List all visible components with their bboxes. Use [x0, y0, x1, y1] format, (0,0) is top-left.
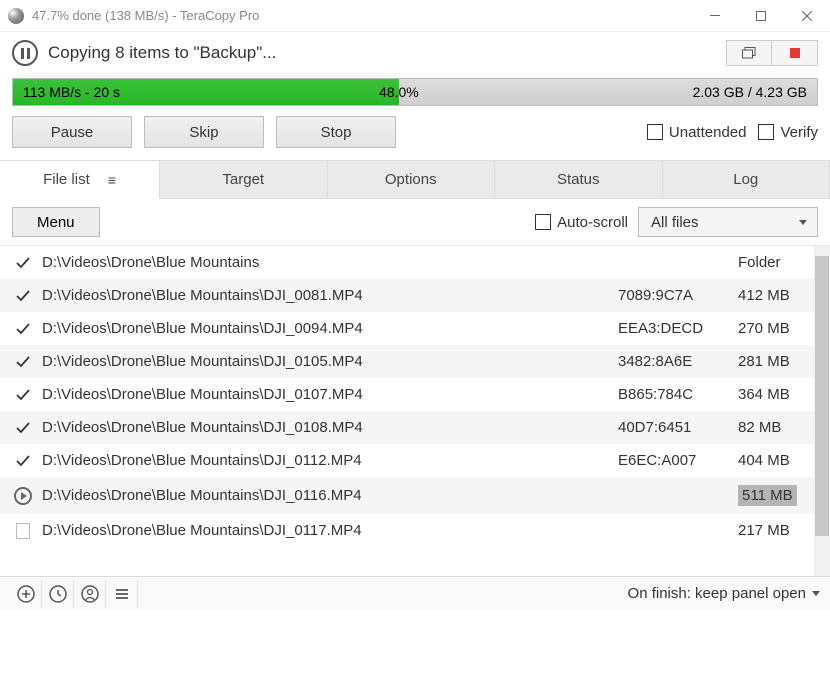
tab-options[interactable]: Options [328, 161, 496, 198]
minimize-button[interactable] [692, 0, 738, 32]
file-list-toolbar: Menu Auto-scroll All files [0, 199, 830, 246]
file-path: D:\Videos\Drone\Blue Mountains\DJI_0116.… [34, 487, 618, 504]
auto-scroll-checkbox[interactable]: Auto-scroll [535, 214, 628, 231]
footer: On finish: keep panel open [0, 576, 830, 610]
progress-speed-eta: 113 MB/s - 20 s [23, 84, 120, 100]
file-hash: 7089:9C7A [618, 287, 738, 304]
progress-bar: 113 MB/s - 20 s 48.0% 2.03 GB / 4.23 GB [12, 78, 818, 106]
filter-value: All files [651, 214, 699, 231]
file-size: Folder [738, 254, 818, 271]
file-row[interactable]: D:\Videos\Drone\Blue Mountains\DJI_0108.… [0, 411, 830, 444]
file-icon [12, 523, 34, 539]
hamburger-icon: ≡ [108, 172, 116, 188]
on-finish-label: On finish: keep panel open [628, 585, 806, 602]
check-icon [12, 255, 34, 271]
file-size: 281 MB [738, 353, 818, 370]
check-icon [12, 387, 34, 403]
play-icon [12, 487, 34, 505]
tab-log[interactable]: Log [663, 161, 830, 198]
file-path: D:\Videos\Drone\Blue Mountains\DJI_0081.… [34, 287, 618, 304]
file-size: 404 MB [738, 452, 818, 469]
file-hash: E6EC:A007 [618, 452, 738, 469]
window-title: 47.7% done (138 MB/s) - TeraCopy Pro [32, 8, 692, 23]
menu-button[interactable]: Menu [12, 207, 100, 237]
check-icon [12, 321, 34, 337]
chevron-down-icon [812, 591, 820, 596]
file-path: D:\Videos\Drone\Blue Mountains [34, 254, 618, 271]
progress-bytes: 2.03 GB / 4.23 GB [693, 84, 807, 100]
file-row[interactable]: D:\Videos\Drone\Blue Mountains\DJI_0094.… [0, 312, 830, 345]
checkbox-icon [758, 124, 774, 140]
file-row[interactable]: D:\Videos\Drone\Blue Mountains\DJI_0112.… [0, 444, 830, 477]
unattended-checkbox[interactable]: Unattended [647, 124, 747, 141]
tab-status[interactable]: Status [495, 161, 663, 198]
user-button[interactable] [74, 580, 106, 608]
stop-square-icon [790, 48, 800, 58]
progress-percent: 48.0% [379, 84, 419, 100]
file-size: 270 MB [738, 320, 818, 337]
file-size: 364 MB [738, 386, 818, 403]
file-path: D:\Videos\Drone\Blue Mountains\DJI_0094.… [34, 320, 618, 337]
file-size: 412 MB [738, 287, 818, 304]
menu-icon-button[interactable] [106, 580, 138, 608]
file-row[interactable]: D:\Videos\Drone\Blue Mountains\DJI_0105.… [0, 345, 830, 378]
tab-file-list[interactable]: File list ≡ [0, 161, 160, 199]
action-row: Pause Skip Stop Unattended Verify [0, 116, 830, 160]
overlap-windows-button[interactable] [726, 40, 772, 66]
skip-button[interactable]: Skip [144, 116, 264, 148]
file-hash: B865:784C [618, 386, 738, 403]
file-row[interactable]: D:\Videos\Drone\Blue Mountains Folder [0, 246, 830, 279]
unattended-label: Unattended [669, 124, 747, 141]
status-row: Copying 8 items to "Backup"... [0, 32, 830, 72]
file-hash: 40D7:6451 [618, 419, 738, 436]
check-icon [12, 354, 34, 370]
tab-file-list-label: File list [43, 171, 90, 188]
pause-button[interactable]: Pause [12, 116, 132, 148]
file-hash: EEA3:DECD [618, 320, 738, 337]
file-path: D:\Videos\Drone\Blue Mountains\DJI_0107.… [34, 386, 618, 403]
scroll-thumb[interactable] [815, 256, 829, 536]
tab-target[interactable]: Target [160, 161, 328, 198]
file-size: 82 MB [738, 419, 818, 436]
pause-icon[interactable] [12, 40, 38, 66]
file-path: D:\Videos\Drone\Blue Mountains\DJI_0105.… [34, 353, 618, 370]
filter-dropdown[interactable]: All files [638, 207, 818, 237]
stop-record-button[interactable] [772, 40, 818, 66]
file-path: D:\Videos\Drone\Blue Mountains\DJI_0108.… [34, 419, 618, 436]
auto-scroll-label: Auto-scroll [557, 214, 628, 231]
maximize-button[interactable] [738, 0, 784, 32]
verify-checkbox[interactable]: Verify [758, 124, 818, 141]
checkbox-icon [535, 214, 551, 230]
add-button[interactable] [10, 580, 42, 608]
tab-bar: File list ≡ Target Options Status Log [0, 160, 830, 199]
check-icon [12, 420, 34, 436]
scrollbar[interactable] [814, 246, 830, 576]
on-finish-dropdown[interactable]: On finish: keep panel open [138, 585, 820, 602]
app-icon [8, 8, 24, 24]
checkbox-icon [647, 124, 663, 140]
status-text: Copying 8 items to "Backup"... [48, 43, 726, 63]
file-row[interactable]: D:\Videos\Drone\Blue Mountains\DJI_0081.… [0, 279, 830, 312]
check-icon [12, 453, 34, 469]
file-size: 511 MB [738, 485, 818, 506]
close-button[interactable] [784, 0, 830, 32]
file-hash: 3482:8A6E [618, 353, 738, 370]
file-row[interactable]: D:\Videos\Drone\Blue Mountains\DJI_0107.… [0, 378, 830, 411]
file-size: 217 MB [738, 522, 818, 539]
stop-button[interactable]: Stop [276, 116, 396, 148]
titlebar: 47.7% done (138 MB/s) - TeraCopy Pro [0, 0, 830, 32]
file-list[interactable]: D:\Videos\Drone\Blue MountainsFolderD:\V… [0, 246, 830, 576]
file-row[interactable]: D:\Videos\Drone\Blue Mountains\DJI_0117.… [0, 514, 830, 547]
file-path: D:\Videos\Drone\Blue Mountains\DJI_0112.… [34, 452, 618, 469]
history-button[interactable] [42, 580, 74, 608]
file-row[interactable]: D:\Videos\Drone\Blue Mountains\DJI_0116.… [0, 477, 830, 514]
file-path: D:\Videos\Drone\Blue Mountains\DJI_0117.… [34, 522, 618, 539]
verify-label: Verify [780, 124, 818, 141]
check-icon [12, 288, 34, 304]
